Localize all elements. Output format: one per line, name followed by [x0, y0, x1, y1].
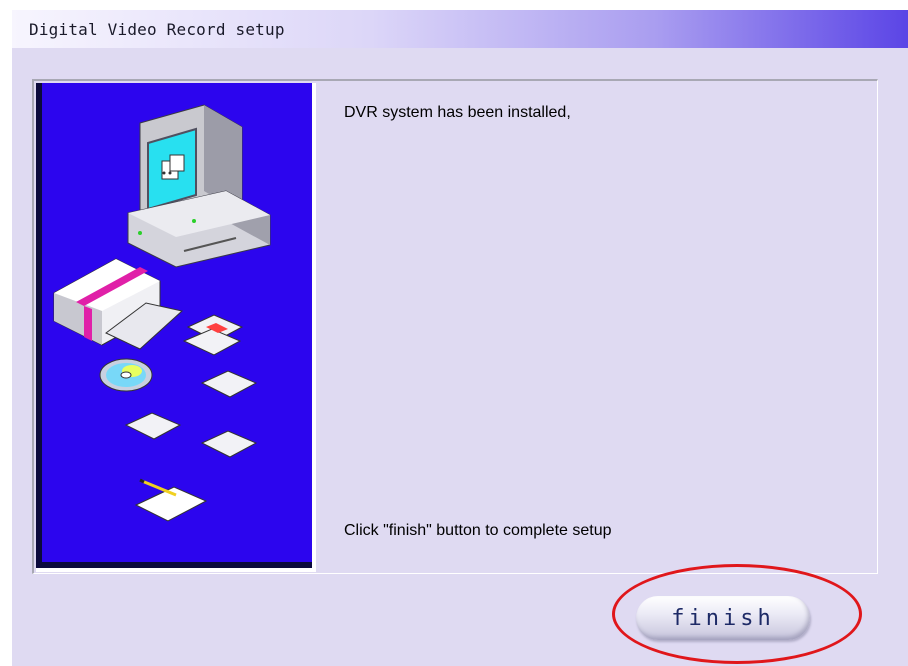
computer-with-disks-icon [53, 104, 271, 522]
software-box-icon [53, 258, 184, 350]
finish-button[interactable]: finish [636, 596, 810, 640]
side-illustration [36, 83, 316, 572]
manual-icon [134, 478, 208, 522]
title-bar: Digital Video Record setup [12, 10, 908, 48]
content-panel: DVR system has been installed, Click "fi… [32, 79, 878, 574]
cd-icon [99, 358, 153, 392]
setup-window: Digital Video Record setup DVR system ha… [12, 10, 908, 666]
window-title: Digital Video Record setup [29, 20, 285, 39]
status-message: DVR system has been installed, [344, 104, 571, 121]
instruction-text: Click "finish" button to complete setup [344, 522, 612, 539]
